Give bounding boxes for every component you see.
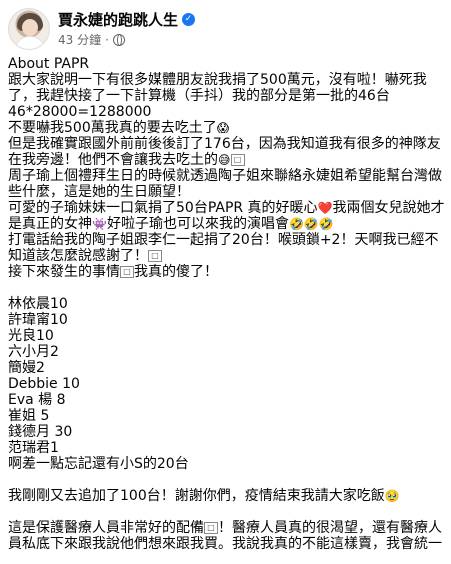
post-line: 打電話給我的陶子姐跟李仁一起捐了20台！喉頭鎖+2！天啊我已經不知道該怎麼說感謝… — [8, 232, 439, 264]
donor-line: Debbie 10 — [8, 376, 80, 392]
post-body: About PAPR 跟大家說明一下有很多媒體朋友說我捐了500萬元，沒有啦！嚇… — [8, 56, 445, 552]
donor-line: 林依晨10 — [8, 296, 68, 312]
unsupported-emoji-icon: □ — [120, 266, 134, 278]
scream-emoji-icon: 😱 — [216, 121, 230, 135]
donor-line: 六小月2 — [8, 344, 59, 360]
post-line: 可愛的子瑜妹妹一口氣捐了50台PAPR 真的好暖心❤️我兩個女兒說她才是真正的女… — [8, 200, 445, 232]
donor-line: 范瑞君1 — [8, 440, 59, 456]
post-line: 46*28000=1288000 — [8, 104, 152, 120]
meta-separator: · — [105, 32, 109, 47]
donor-line: 錢德月 30 — [8, 424, 73, 440]
post-line: 啊差一點忘記還有小S的20台 — [8, 456, 189, 472]
post-line: 但是我確實跟國外前前後後訂了176台，因為我知道我有很多的神隊友在我旁邊！他們不… — [8, 136, 441, 168]
post-line: 接下來發生的事情 □ 我真的傻了！ — [8, 264, 218, 280]
page-avatar[interactable] — [8, 8, 50, 50]
donor-line: 光良10 — [8, 328, 54, 344]
alien-emoji-icon: 👾 — [92, 217, 107, 231]
post-line: 我剛剛又去追加了100台！謝謝你們，疫情結束我請大家吃飯🥹 — [8, 488, 400, 504]
rofl-emoji-icon: 🤣 — [318, 217, 334, 231]
post-line: 這是保護醫療人員非常好的配備 □ ！醫療人員真的很渴望，還有醫療人員私底下來跟我說他… — [8, 520, 442, 552]
globe-icon[interactable] — [112, 33, 125, 46]
unsupported-emoji-icon: □ — [204, 522, 218, 534]
post-meta: 43 分鐘 · — [58, 31, 125, 48]
smile-emoji-icon: 🥹 — [384, 489, 400, 503]
page-name-row: 賈永婕的跑跳人生 ✓ — [58, 9, 196, 30]
post-line: 周子瑜上個禮拜生日的時候就透過陶子姐來聯絡永婕姐希望能幫台灣做些什麼，這是她的生… — [8, 168, 442, 200]
post-header: 賈永婕的跑跳人生 ✓ 43 分鐘 · — [8, 6, 443, 50]
verified-badge-icon: ✓ — [182, 13, 196, 26]
page-name[interactable]: 賈永婕的跑跳人生 — [58, 9, 178, 30]
post-line: 不要嚇我500萬我真的要去吃土了😱 — [8, 120, 230, 136]
rofl-emoji-icon: 🤣 — [303, 217, 319, 231]
unsupported-emoji-icon: □ — [148, 250, 162, 262]
heart-emoji-icon: ❤️ — [317, 201, 333, 215]
donor-line: 許瑋甯10 — [8, 312, 68, 328]
rofl-emoji-icon: 🤣 — [288, 217, 304, 231]
post-line: About PAPR — [8, 56, 90, 72]
donor-line: 簡嫚2 — [8, 360, 45, 376]
post-line: 跟大家說明一下有很多媒體朋友說我捐了500萬元，沒有啦！嚇死我了，我趕快接了一下… — [8, 72, 427, 104]
post-timestamp[interactable]: 43 分鐘 — [58, 31, 101, 48]
donor-line: 崔姐 5 — [8, 408, 50, 424]
donor-line: Eva 楊 8 — [8, 392, 66, 408]
unsupported-emoji-icon: □ — [230, 154, 245, 166]
grin-sweat-emoji-icon: 😅 — [218, 153, 231, 167]
